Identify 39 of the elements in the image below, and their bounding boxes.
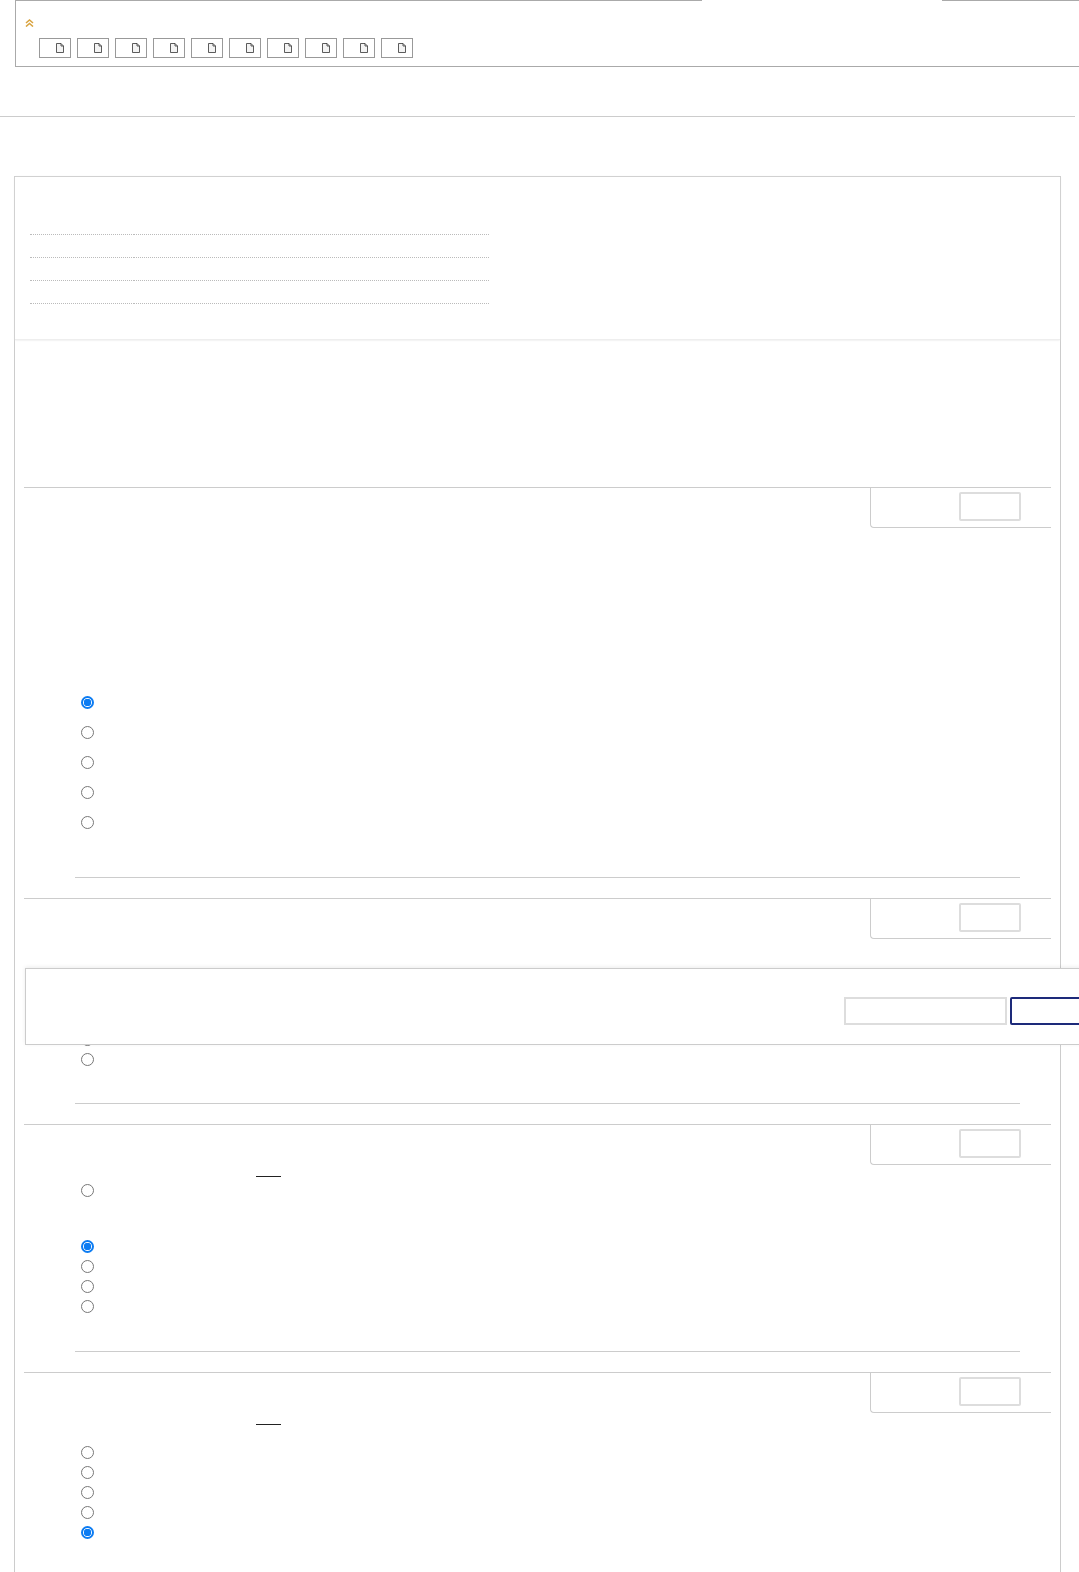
page-icon xyxy=(322,43,330,53)
radio-button[interactable] xyxy=(81,1052,94,1066)
page-icon xyxy=(208,43,216,53)
question-nav-button[interactable] xyxy=(191,38,223,58)
double-chevron-up-icon[interactable] xyxy=(25,18,34,27)
radio-button[interactable] xyxy=(81,725,94,739)
page-icon xyxy=(284,43,292,53)
radio-button[interactable] xyxy=(81,1485,94,1499)
radio-button[interactable] xyxy=(81,785,94,799)
page-icon xyxy=(94,43,102,53)
page-icon xyxy=(398,43,406,53)
radio-button[interactable] xyxy=(81,1465,94,1479)
question-nav-button[interactable] xyxy=(115,38,147,58)
page-icon xyxy=(56,43,64,53)
radio-button[interactable] xyxy=(81,1279,94,1293)
radio-button[interactable] xyxy=(81,815,94,829)
submit-button[interactable] xyxy=(1010,997,1079,1025)
radio-button[interactable] xyxy=(81,1183,94,1197)
question-nav-button[interactable] xyxy=(267,38,299,58)
page-icon xyxy=(360,43,368,53)
question-nav-button[interactable] xyxy=(305,38,337,58)
radio-button[interactable] xyxy=(81,1445,94,1459)
radio-button[interactable] xyxy=(81,1239,94,1253)
page-icon xyxy=(246,43,254,53)
question-nav-button[interactable] xyxy=(343,38,375,58)
question-nav-button[interactable] xyxy=(77,38,109,58)
question-nav-button[interactable] xyxy=(39,38,71,58)
page-icon xyxy=(132,43,140,53)
radio-button[interactable] xyxy=(81,755,94,769)
radio-button[interactable] xyxy=(81,1299,94,1313)
question-nav-button[interactable] xyxy=(229,38,261,58)
input-field[interactable] xyxy=(844,997,1007,1025)
page-icon xyxy=(170,43,178,53)
question-nav-button[interactable] xyxy=(153,38,185,58)
question-nav-button[interactable] xyxy=(381,38,413,58)
radio-button[interactable] xyxy=(81,1259,94,1273)
radio-button[interactable] xyxy=(81,1525,94,1539)
radio-button[interactable] xyxy=(81,1505,94,1519)
radio-button[interactable] xyxy=(81,695,94,709)
